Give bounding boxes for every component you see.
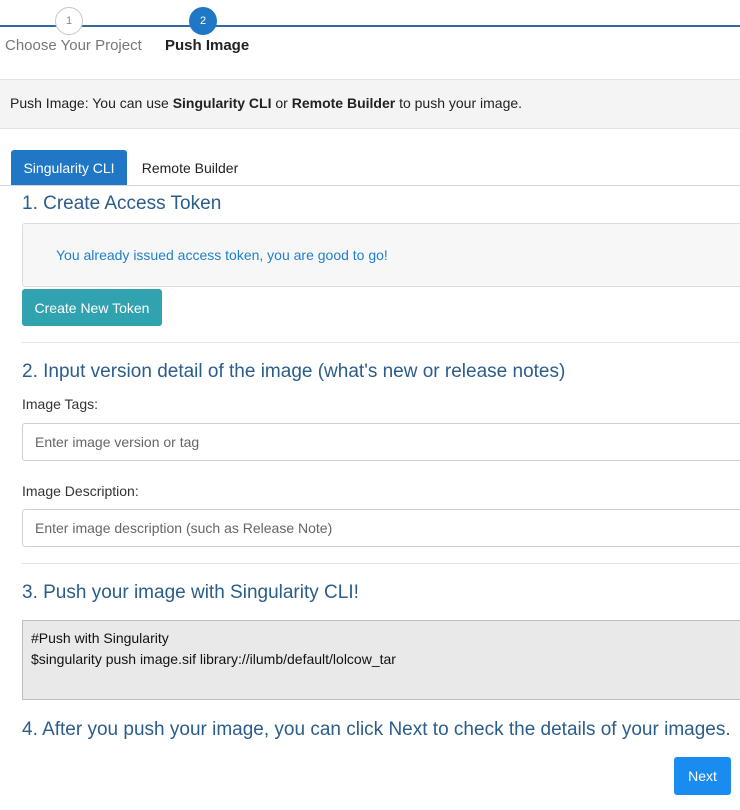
stepper-line <box>0 25 740 27</box>
section-1-title: 1. Create Access Token <box>22 193 222 214</box>
cli-command-box[interactable]: #Push with Singularity $singularity push… <box>22 620 740 700</box>
step-2-label: Push Image <box>165 37 250 54</box>
info-prefix: Push Image: You can use <box>10 95 173 111</box>
next-button[interactable]: Next <box>674 757 731 795</box>
image-description-input[interactable] <box>22 509 740 547</box>
divider <box>22 342 740 343</box>
step-1-circle[interactable]: 1 <box>55 7 83 35</box>
info-suffix: to push your image. <box>395 95 523 111</box>
code-command-line: $singularity push image.sif library://il… <box>31 651 396 667</box>
tab-singularity-cli[interactable]: Singularity CLI <box>11 150 127 185</box>
info-or: or <box>271 95 292 111</box>
section-2-title: 2. Input version detail of the image (wh… <box>22 361 566 382</box>
step-2-circle[interactable]: 2 <box>189 7 217 35</box>
divider <box>22 563 740 564</box>
info-bar: Push Image: You can use Singularity CLI … <box>0 79 740 129</box>
info-option-cli: Singularity CLI <box>172 95 272 111</box>
image-tags-input[interactable] <box>22 423 740 461</box>
tab-remote-builder[interactable]: Remote Builder <box>130 150 250 185</box>
tab-bar: Singularity CLI Remote Builder <box>0 150 740 186</box>
info-option-remote: Remote Builder <box>291 95 396 111</box>
image-description-label: Image Description: <box>22 483 139 499</box>
token-alert: You already issued access token, you are… <box>22 223 740 287</box>
image-tags-label: Image Tags: <box>22 396 99 412</box>
stepper: 1 2 Choose Your Project Push Image <box>0 0 740 72</box>
step-1-label[interactable]: Choose Your Project <box>5 37 142 54</box>
section-3-title: 3. Push your image with Singularity CLI! <box>22 582 359 603</box>
create-new-token-button[interactable]: Create New Token <box>22 289 162 326</box>
code-comment-line: #Push with Singularity <box>31 630 169 646</box>
section-4-title: 4. After you push your image, you can cl… <box>22 719 731 740</box>
